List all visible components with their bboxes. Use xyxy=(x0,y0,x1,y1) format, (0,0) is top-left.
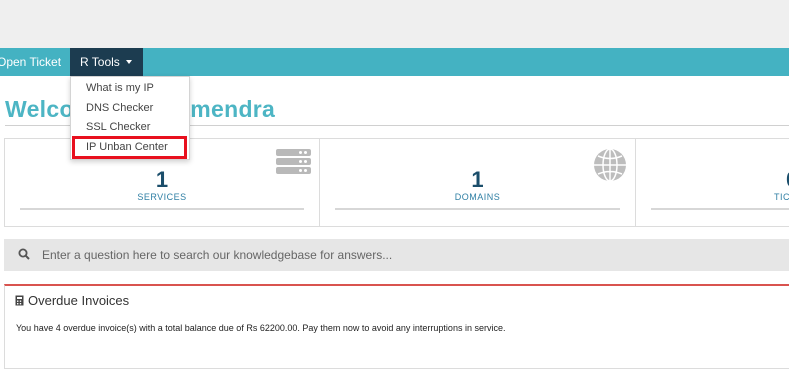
calculator-icon xyxy=(15,295,24,306)
services-bar xyxy=(20,208,304,210)
welcome-text-left: Welco xyxy=(5,96,74,122)
search-input[interactable] xyxy=(42,239,782,271)
services-label: SERVICES xyxy=(137,192,187,202)
top-header xyxy=(0,0,789,48)
domains-label: DOMAINS xyxy=(454,192,501,202)
r-tools-dropdown-menu: What is my IP DNS Checker SSL Checker IP… xyxy=(70,76,190,160)
services-count: 1 xyxy=(155,167,169,192)
main-navbar: Open Ticket R Tools xyxy=(0,48,789,76)
overdue-invoices-panel: Overdue Invoices You have 4 overdue invo… xyxy=(4,284,789,369)
menu-item-ssl-checker[interactable]: SSL Checker xyxy=(86,121,150,133)
menu-item-ip-unban-center[interactable]: IP Unban Center xyxy=(86,141,168,153)
domains-tile[interactable]: 1 DOMAINS xyxy=(320,139,636,226)
caret-down-icon xyxy=(125,59,132,64)
nav-r-tools-label: R Tools xyxy=(80,55,120,69)
domains-count: 1 xyxy=(471,167,484,192)
overdue-message: You have 4 overdue invoice(s) with a tot… xyxy=(16,323,506,333)
menu-item-what-is-my-ip[interactable]: What is my IP xyxy=(86,82,154,94)
tickets-tile[interactable]: 0 TICKETS xyxy=(636,139,789,226)
tickets-bar xyxy=(651,208,789,210)
nav-open-ticket[interactable]: Open Ticket xyxy=(0,48,68,76)
search-icon xyxy=(18,248,30,260)
menu-item-dns-checker[interactable]: DNS Checker xyxy=(86,102,153,114)
overdue-header: Overdue Invoices xyxy=(15,293,129,308)
nav-open-ticket-label: Open Ticket xyxy=(0,55,62,69)
knowledgebase-search xyxy=(4,239,789,271)
overdue-title: Overdue Invoices xyxy=(28,293,130,308)
domains-bar xyxy=(335,208,620,210)
tickets-label: TICKETS xyxy=(774,192,789,202)
nav-r-tools[interactable]: R Tools xyxy=(70,48,143,76)
